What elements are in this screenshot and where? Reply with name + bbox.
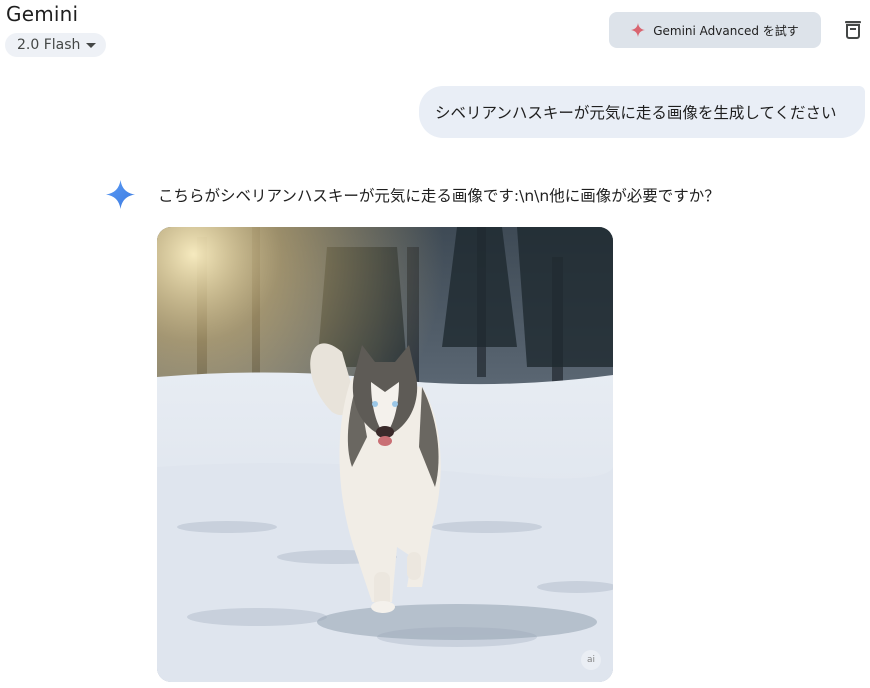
user-message-text: シベリアンハスキーが元気に走る画像を生成してください xyxy=(435,104,837,122)
sparkle-icon xyxy=(631,23,646,37)
husky-illustration xyxy=(157,227,613,682)
model-selector[interactable]: 2.0 Flash xyxy=(5,33,107,57)
assistant-response-text: こちらがシベリアンハスキーが元気に走る画像です:\n\n他に画像が必要ですか？ xyxy=(158,187,720,205)
gemini-chat-window: Gemini 2.0 Flash Gemini Advanced を試す シベリ… xyxy=(0,0,870,688)
ai-badge-icon: ai xyxy=(581,650,601,670)
try-gemini-advanced-button[interactable]: Gemini Advanced を試す xyxy=(609,12,821,48)
app-title: Gemini xyxy=(6,2,79,26)
trash-icon xyxy=(845,21,861,39)
generated-husky-image[interactable]: ai xyxy=(157,227,613,682)
user-message-bubble: シベリアンハスキーが元気に走る画像を生成してください xyxy=(419,86,865,138)
chevron-down-icon xyxy=(86,43,97,48)
upgrade-label: Gemini Advanced を試す xyxy=(653,23,799,38)
model-selector-label: 2.0 Flash xyxy=(17,37,81,53)
delete-chat-button[interactable] xyxy=(838,14,868,44)
gemini-sparkle-icon xyxy=(106,180,135,209)
